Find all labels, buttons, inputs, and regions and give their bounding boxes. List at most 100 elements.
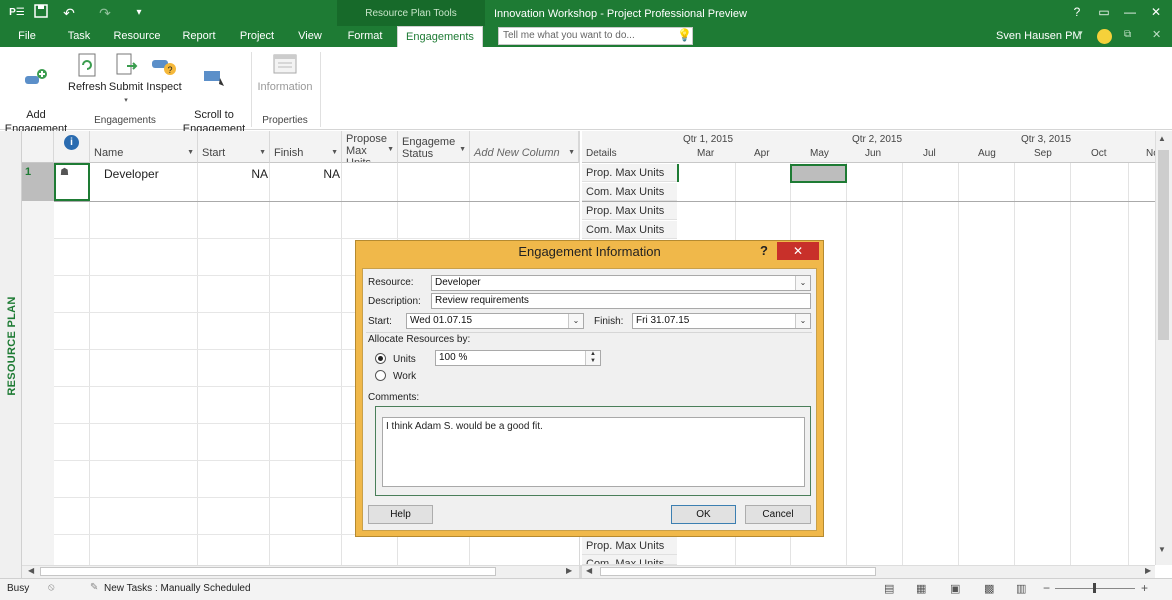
- grid-line: [846, 163, 847, 565]
- header-start[interactable]: Start ▼: [198, 131, 270, 163]
- customize-qat-icon[interactable]: ▾: [130, 4, 148, 22]
- ok-button[interactable]: OK: [671, 505, 736, 524]
- redo-icon[interactable]: ↷: [96, 4, 114, 22]
- selected-cell-may[interactable]: [790, 164, 847, 183]
- spinner-arrows-icon[interactable]: ▲ ▼: [585, 351, 600, 365]
- user-name[interactable]: Sven Hausen PM: [996, 26, 1082, 47]
- gantt-view-icon[interactable]: ▤: [884, 582, 894, 595]
- task-usage-icon[interactable]: ▦: [916, 582, 926, 595]
- submit-dropdown-icon[interactable]: ▾: [108, 94, 144, 108]
- tab-report[interactable]: Report: [176, 26, 222, 47]
- scroll-down-icon[interactable]: ▼: [1158, 545, 1166, 554]
- header-proposed-max-units[interactable]: Propose Max Units ▼: [342, 131, 398, 163]
- dialog-close-button[interactable]: ✕: [777, 242, 819, 260]
- header-add-new-column[interactable]: Add New Column ▼: [470, 131, 579, 163]
- header-name[interactable]: Name ▼: [90, 131, 198, 163]
- header-indicators[interactable]: i: [54, 131, 90, 163]
- new-tasks-mode[interactable]: New Tasks : Manually Scheduled: [104, 583, 251, 594]
- restore-icon[interactable]: ⧉: [1124, 29, 1131, 40]
- month-label: Mar: [697, 148, 715, 159]
- refresh-button[interactable]: Refresh: [68, 52, 107, 94]
- cancel-button[interactable]: Cancel: [745, 505, 811, 524]
- inspect-button[interactable]: ? Inspect: [146, 52, 182, 94]
- chevron-down-icon[interactable]: ⌄: [795, 314, 810, 328]
- grid-corner[interactable]: [22, 131, 54, 163]
- undo-icon[interactable]: ↶: [60, 4, 78, 22]
- chevron-down-icon[interactable]: ▼: [459, 144, 466, 156]
- scroll-right-icon[interactable]: ▶: [1145, 566, 1151, 575]
- status-mode: Busy: [7, 583, 30, 594]
- row-start[interactable]: NA: [198, 167, 268, 181]
- scroll-to-icon: [204, 71, 224, 86]
- tell-me-input[interactable]: Tell me what you want to do...: [498, 27, 693, 45]
- add-engagement-button[interactable]: Add Engagement: [4, 52, 68, 136]
- units-label: Units: [393, 354, 416, 365]
- month-label: Jun: [865, 148, 882, 159]
- chevron-down-icon[interactable]: ▼: [568, 149, 575, 156]
- header-status-label: Engageme Status: [402, 136, 456, 160]
- scrollbar-thumb[interactable]: [40, 567, 496, 576]
- header-name-label: Name: [94, 147, 124, 159]
- scroll-to-engagement-button[interactable]: Scroll to Engagement: [182, 52, 246, 136]
- header-engagement-status[interactable]: Engageme Status ▼: [398, 131, 470, 163]
- scrollbar-thumb[interactable]: [600, 567, 876, 576]
- description-input[interactable]: Review requirements: [431, 293, 811, 309]
- month-label: Apr: [754, 148, 770, 159]
- information-button[interactable]: Information: [254, 52, 316, 94]
- dialog-title: Engagement Information: [518, 244, 661, 259]
- comments-textarea[interactable]: I think Adam S. would be a good fit.: [382, 417, 805, 487]
- scroll-left-icon[interactable]: ◀: [586, 566, 592, 575]
- close-doc-icon[interactable]: ✕: [1152, 28, 1161, 41]
- group-label-engagements: Engagements: [94, 115, 156, 126]
- close-window-icon[interactable]: ✕: [1144, 3, 1168, 21]
- units-spinner[interactable]: 100 % ▲ ▼: [435, 350, 601, 366]
- details-row-label: Prop. Max Units: [582, 537, 677, 555]
- indicator-cell[interactable]: ☗: [54, 163, 90, 201]
- zoom-slider-thumb[interactable]: [1093, 583, 1096, 593]
- work-radio[interactable]: [375, 370, 386, 381]
- header-finish[interactable]: Finish ▼: [270, 131, 342, 163]
- tab-file[interactable]: File: [8, 26, 46, 47]
- submit-label: Submit: [108, 81, 144, 93]
- help-icon[interactable]: ?: [1065, 3, 1089, 21]
- tab-project[interactable]: Project: [234, 26, 280, 47]
- row-finish[interactable]: NA: [270, 167, 340, 181]
- zoom-in-icon[interactable]: +: [1141, 581, 1148, 595]
- scroll-left-icon[interactable]: ◀: [28, 566, 34, 575]
- submit-button[interactable]: Submit ▾: [108, 52, 144, 108]
- minimize-icon[interactable]: —: [1118, 3, 1142, 21]
- scroll-right-icon[interactable]: ▶: [566, 566, 572, 575]
- resource-sheet-icon[interactable]: ▩: [984, 582, 994, 595]
- team-planner-icon[interactable]: ▣: [950, 582, 960, 595]
- header-start-label: Start: [202, 147, 226, 159]
- report-icon[interactable]: ▥: [1016, 582, 1026, 595]
- ribbon-options-icon[interactable]: ▭: [1092, 3, 1116, 21]
- chevron-down-icon[interactable]: ▼: [387, 144, 394, 156]
- chevron-down-icon[interactable]: ▼: [331, 149, 338, 156]
- units-radio[interactable]: [375, 353, 386, 364]
- tab-resource[interactable]: Resource: [110, 26, 164, 47]
- chevron-down-icon[interactable]: ⌄: [568, 314, 583, 328]
- macro-record-icon[interactable]: ⦸: [48, 582, 55, 593]
- scroll-up-icon[interactable]: ▲: [1158, 134, 1166, 143]
- chevron-down-icon[interactable]: ▼: [187, 149, 194, 156]
- tab-format[interactable]: Format: [340, 26, 390, 47]
- tab-engagements[interactable]: Engagements: [397, 26, 483, 47]
- dialog-help-icon[interactable]: ?: [760, 243, 772, 259]
- smiley-feedback-icon[interactable]: [1097, 29, 1112, 44]
- scrollbar-thumb[interactable]: [1158, 150, 1169, 340]
- tab-task[interactable]: Task: [60, 26, 98, 47]
- resource-select[interactable]: Developer ⌄: [431, 275, 811, 291]
- save-icon[interactable]: [32, 4, 50, 22]
- chevron-down-icon[interactable]: ▼: [259, 149, 266, 156]
- help-button[interactable]: Help: [368, 505, 433, 524]
- start-date-picker[interactable]: Wed 01.07.15 ⌄: [406, 313, 584, 329]
- chevron-down-icon[interactable]: ⌄: [795, 276, 810, 290]
- user-dropdown-icon[interactable]: ▾: [1078, 28, 1083, 39]
- group-label-properties: Properties: [262, 115, 308, 126]
- row-name[interactable]: Developer: [104, 167, 159, 181]
- zoom-out-icon[interactable]: −: [1043, 581, 1050, 595]
- information-label: Information: [257, 81, 313, 93]
- tab-view[interactable]: View: [292, 26, 328, 47]
- finish-date-picker[interactable]: Fri 31.07.15 ⌄: [632, 313, 811, 329]
